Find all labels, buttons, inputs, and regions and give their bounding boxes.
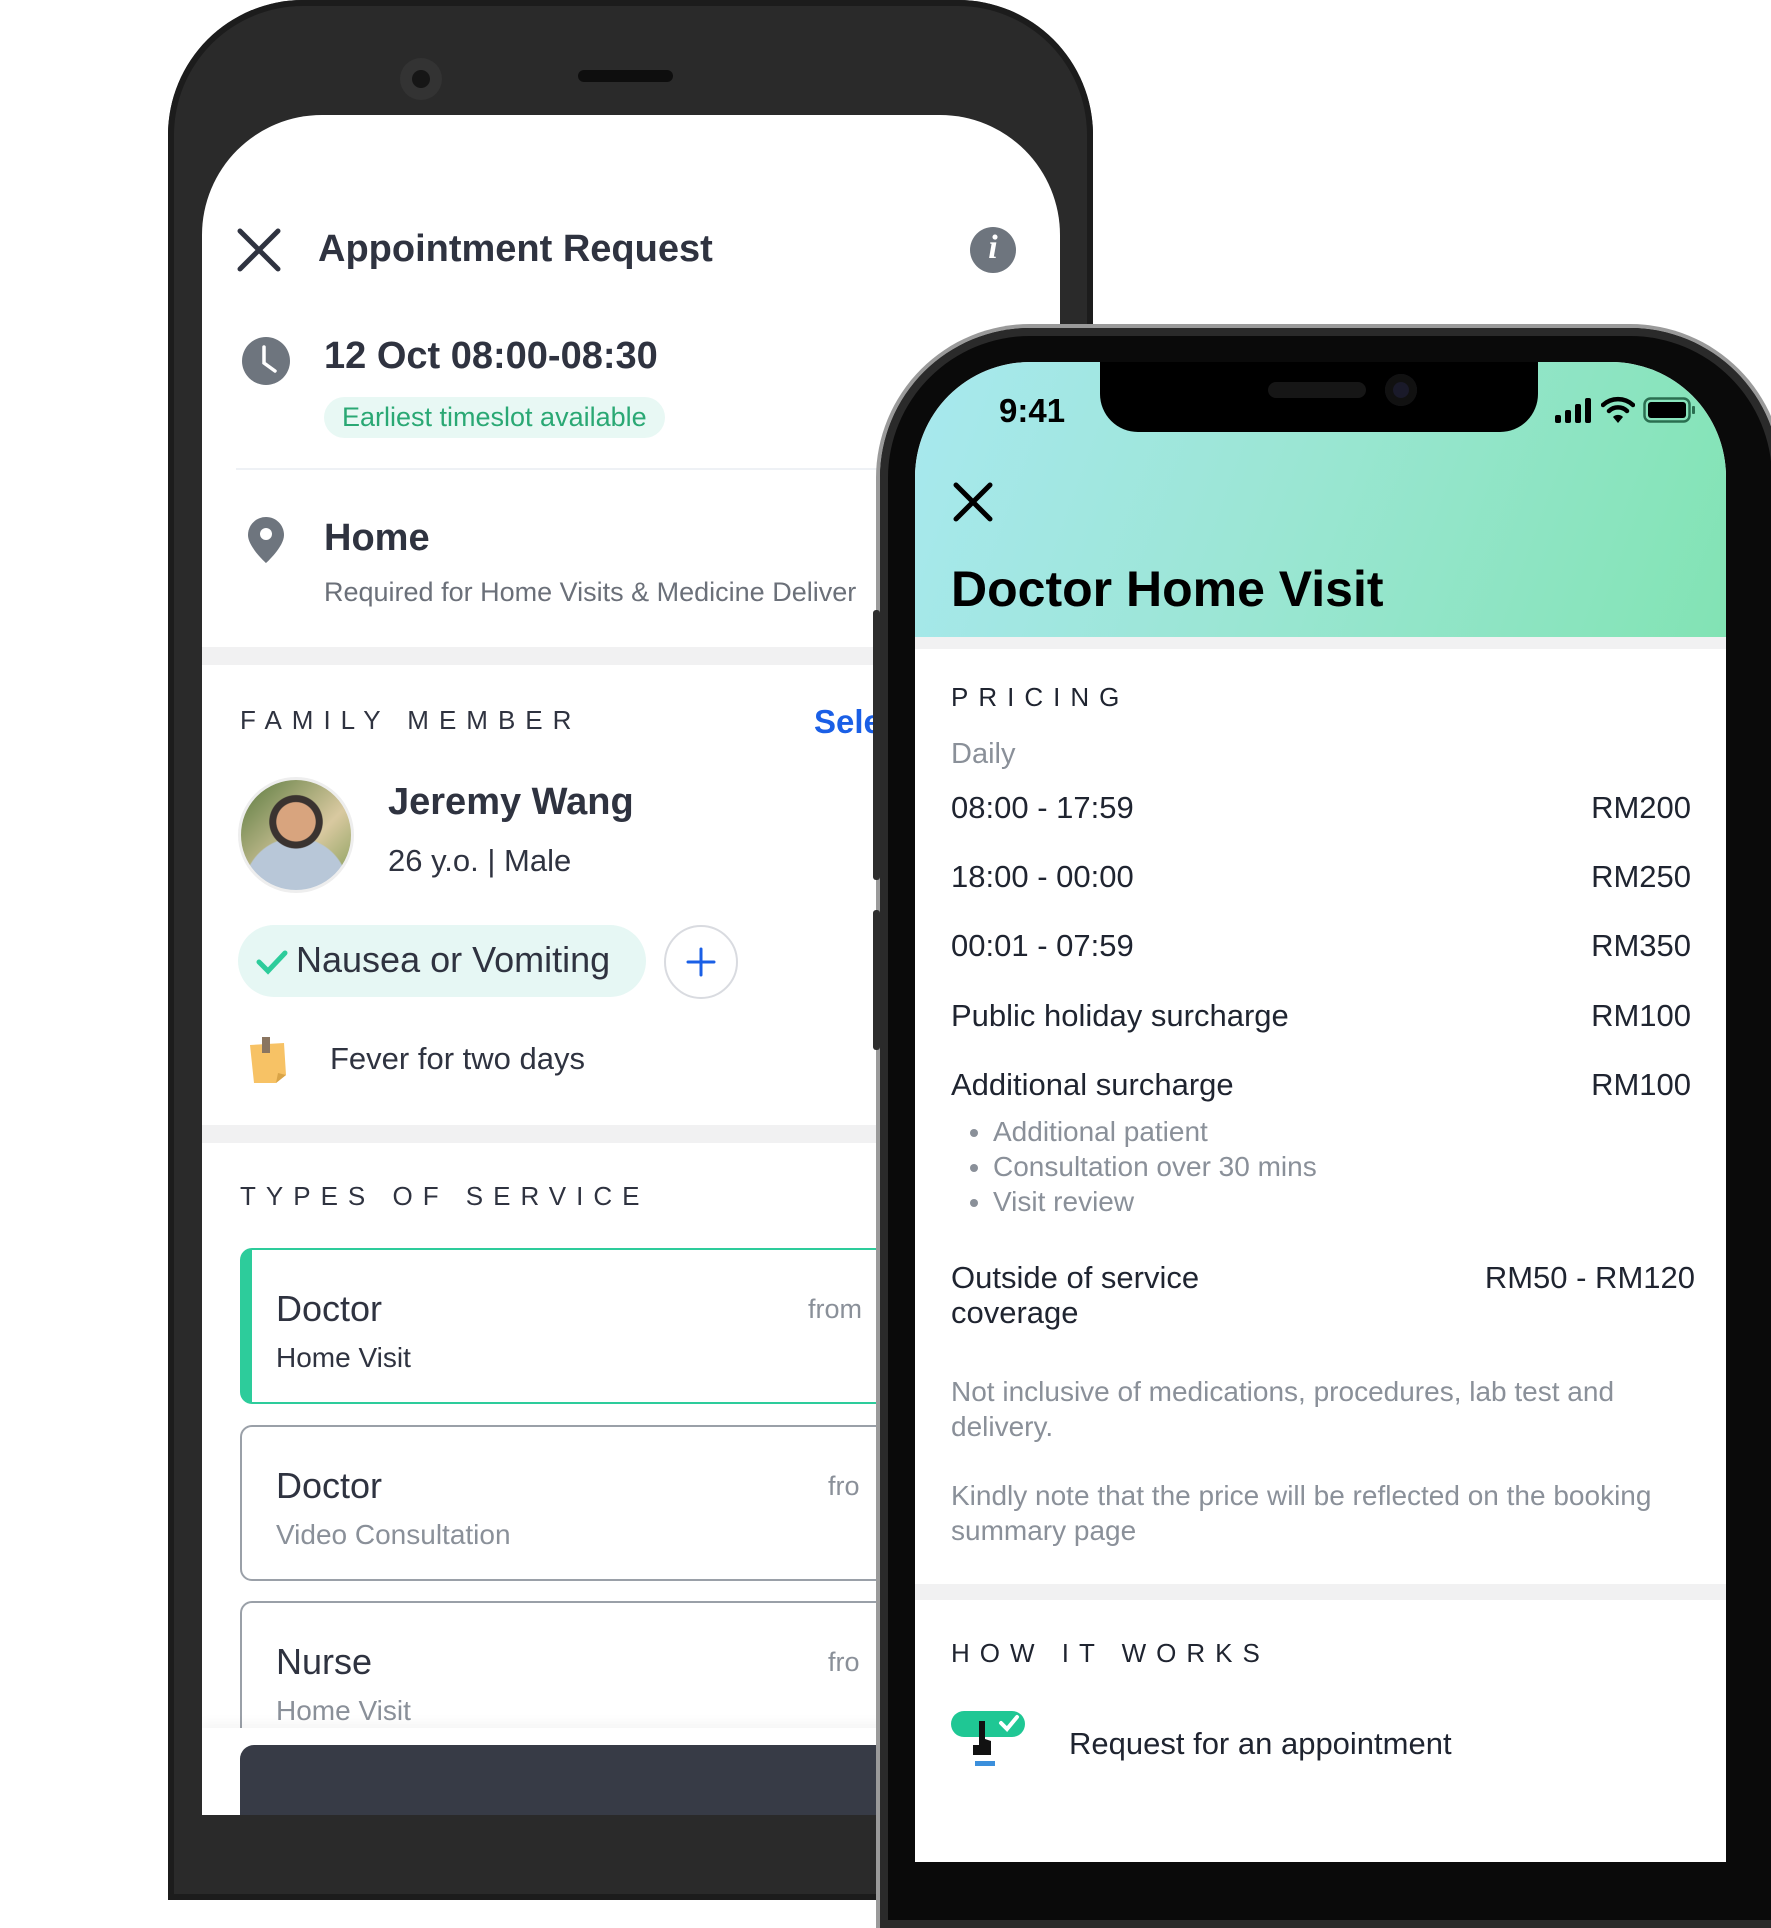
info-icon: i: [988, 229, 998, 266]
close-icon: [237, 228, 281, 272]
price-row: Public holiday surcharge RM100: [951, 998, 1691, 1034]
info-button[interactable]: i: [970, 227, 1016, 273]
service-title: Doctor: [276, 1288, 383, 1329]
surcharge-bullet: Additional patient: [993, 1114, 1317, 1149]
notch: [1100, 362, 1538, 432]
service-subtitle: Home Visit: [276, 1695, 411, 1726]
earliest-timeslot-badge: Earliest timeslot available: [324, 397, 665, 438]
timeslot-datetime[interactable]: 12 Oct 08:00-08:30: [324, 335, 658, 378]
pricing-label: PRICING: [951, 682, 1130, 712]
outside-coverage-price: RM50 - RM120: [1484, 1260, 1695, 1295]
check-icon: [256, 950, 288, 975]
page-title: Doctor Home Visit: [951, 561, 1384, 617]
price-row-value: RM250: [1591, 859, 1691, 894]
price-row-label: 08:00 - 17:59: [951, 790, 1134, 825]
member-details: 26 y.o. | Male: [388, 843, 572, 878]
service-title: Doctor: [276, 1465, 383, 1506]
how-it-works-label: HOW IT WORKS: [951, 1638, 1270, 1668]
types-of-service-label: TYPES OF SERVICE: [240, 1181, 650, 1211]
notch-camera: [1385, 374, 1417, 406]
side-button: [873, 610, 880, 880]
add-symptom-button[interactable]: [664, 925, 738, 999]
service-subtitle: Home Visit: [276, 1342, 411, 1373]
location-pin-icon: [248, 517, 284, 563]
clock-icon: [242, 337, 290, 385]
pricing-group-label: Daily: [951, 738, 1016, 770]
sticky-note-icon: [250, 1037, 286, 1083]
how-it-works-step: Request for an appointment: [1069, 1726, 1452, 1761]
signal-icon: [1555, 398, 1591, 423]
service-price-prefix: from: [808, 1294, 862, 1324]
close-icon: [953, 482, 993, 522]
section-gap: [915, 1584, 1726, 1600]
surcharge-bullet: Consultation over 30 mins: [993, 1149, 1317, 1184]
price-row-label: Public holiday surcharge: [951, 998, 1289, 1033]
price-row: 18:00 - 00:00 RM250: [951, 859, 1691, 895]
status-time: 9:41: [999, 392, 1066, 429]
pricing-note: Not inclusive of medications, procedures…: [951, 1376, 1615, 1442]
select-family-member-link[interactable]: Sele: [814, 703, 882, 741]
price-row-value: RM100: [1591, 998, 1691, 1033]
front-camera: [400, 58, 442, 100]
notch-speaker: [1268, 382, 1366, 398]
service-subtitle: Video Consultation: [276, 1519, 511, 1550]
service-price-prefix: fro: [828, 1471, 860, 1501]
battery-icon: [1643, 397, 1695, 423]
outside-coverage-label: Outside of service coverage: [951, 1260, 1200, 1330]
wifi-icon: [1601, 396, 1635, 423]
side-button: [873, 910, 880, 1050]
price-row: 08:00 - 17:59 RM200: [951, 790, 1691, 826]
price-row-value: RM350: [1591, 928, 1691, 963]
price-row: 00:01 - 07:59 RM350: [951, 928, 1691, 964]
price-row-label: Additional surcharge: [951, 1067, 1234, 1102]
location-subtitle: Required for Home Visits & Medicine Deli…: [324, 577, 857, 607]
close-button[interactable]: [953, 482, 993, 522]
avatar: [238, 777, 354, 893]
price-row-value: RM100: [1591, 1067, 1691, 1102]
close-button[interactable]: [236, 227, 282, 273]
symptom-note[interactable]: Fever for two days: [330, 1041, 585, 1077]
plus-icon: [686, 947, 716, 977]
earpiece-speaker: [578, 70, 673, 82]
tap-check-icon: [951, 1711, 1025, 1766]
price-row-label: 00:01 - 07:59: [951, 928, 1134, 963]
location-title[interactable]: Home: [324, 517, 430, 560]
page-title: Appointment Request: [318, 228, 713, 270]
service-price-prefix: fro: [828, 1647, 860, 1677]
surcharge-bullet: Visit review: [993, 1184, 1317, 1219]
doctor-home-visit-screen: 9:41 Doctor Home Visit PRICING Daily 08:…: [915, 362, 1726, 1862]
section-gap: [915, 637, 1726, 649]
price-row: Additional surcharge RM100: [951, 1067, 1691, 1103]
pricing-note: Kindly note that the price will be refle…: [951, 1480, 1652, 1546]
surcharge-bullet-list: Additional patient Consultation over 30 …: [951, 1114, 1317, 1219]
member-name: Jeremy Wang: [388, 781, 634, 823]
symptom-chip-label: Nausea or Vomiting: [296, 939, 611, 980]
symptom-chip[interactable]: Nausea or Vomiting: [238, 925, 646, 997]
service-title: Nurse: [276, 1641, 373, 1682]
family-member-label: FAMILY MEMBER: [240, 705, 582, 735]
price-row-value: RM200: [1591, 790, 1691, 825]
price-row-label: 18:00 - 00:00: [951, 859, 1134, 894]
